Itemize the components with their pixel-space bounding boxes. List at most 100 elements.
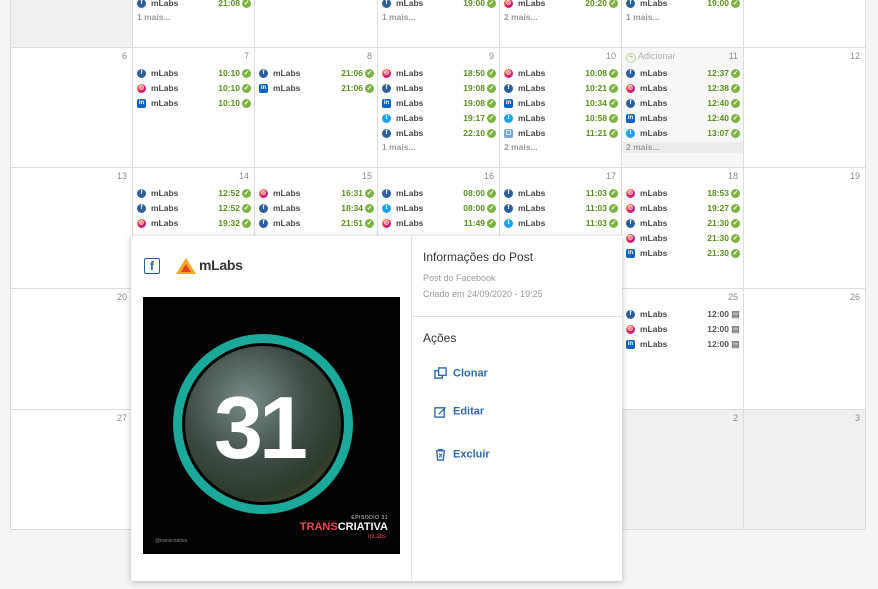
scheduled-post[interactable]: f mLabs 12:40 ✓ <box>626 98 741 110</box>
calendar-day-cell[interactable]: 9 ◎ mLabs 18:50 ✓ f mLabs 19:08 ✓ in mLabs 19:08 ✓ t m… <box>378 48 500 168</box>
more-posts-link[interactable]: 2 mais... <box>504 12 538 22</box>
scheduled-post[interactable]: ◎ mLabs 11:49 ✓ <box>382 218 497 230</box>
instagram-icon: ◎ <box>259 189 268 198</box>
calendar-day-cell[interactable]: 12 <box>744 48 866 168</box>
scheduled-post[interactable]: f mLabs 12:00 ▤ <box>626 309 741 321</box>
calendar-day-cell[interactable]: 7 f mLabs 10:10 ✓ ◎ mLabs 10:10 ✓ in mLabs 10:10 ✓ <box>133 48 255 168</box>
scheduled-post[interactable]: ◎ mLabs 20:20 ✓ <box>504 0 619 10</box>
instagram-icon: ◎ <box>504 0 513 8</box>
calendar-day-cell[interactable]: 11 + Adicionar f mLabs 12:37 ✓ ◎ mLabs 12:38 ✓ f mLa… <box>622 48 744 168</box>
more-posts-link[interactable]: 2 mais... <box>623 142 743 153</box>
scheduled-post[interactable]: t mLabs 10:58 ✓ <box>504 113 619 125</box>
scheduled-post[interactable]: f mLabs 12:52 ✓ <box>137 203 252 215</box>
scheduled-post[interactable]: f mLabs 21:06 ✓ <box>259 68 375 80</box>
post-image-title-b: CRIATIVA <box>337 521 388 533</box>
scheduled-post[interactable]: ◎ mLabs 12:38 ✓ <box>626 83 741 95</box>
more-posts-link[interactable]: 1 mais... <box>382 142 416 152</box>
calendar-day-cell[interactable]: 3 <box>744 410 866 530</box>
scheduled-post[interactable]: in mLabs 10:10 ✓ <box>137 98 252 110</box>
scheduled-post[interactable]: ◎ mLabs 19:27 ✓ <box>626 203 741 215</box>
post-account: mLabs <box>396 68 424 78</box>
calendar-day-cell[interactable]: f mLabs 19:00 ✓ 1 mais... <box>378 0 500 48</box>
scheduled-post[interactable]: in mLabs 19:08 ✓ <box>382 98 497 110</box>
post-time: 10:10 <box>218 68 240 78</box>
post-time: 19:08 <box>463 98 485 108</box>
edit-button[interactable]: Editar <box>434 405 484 421</box>
clone-button[interactable]: Clonar <box>434 367 488 383</box>
more-posts-link[interactable]: 2 mais... <box>504 142 538 152</box>
scheduled-post[interactable]: ◎ mLabs 12:00 ▤ <box>626 324 741 336</box>
day-number: 17 <box>605 171 616 181</box>
scheduled-post[interactable]: in mLabs 12:00 ▤ <box>626 339 741 351</box>
calendar-day-cell[interactable]: 18 ◎ mLabs 18:53 ✓ ◎ mLabs 19:27 ✓ f mLabs 21:30 ✓ ◎ m… <box>622 168 744 289</box>
calendar-day-cell[interactable]: 27 <box>11 410 133 530</box>
scheduled-post[interactable]: t mLabs 13:07 ✓ <box>626 128 741 140</box>
add-post-button[interactable]: + Adicionar <box>626 51 676 63</box>
calendar-day-cell[interactable] <box>11 0 133 48</box>
post-time: 21:30 <box>707 233 729 243</box>
more-posts-link[interactable]: 1 mais... <box>382 12 416 22</box>
calendar-day-cell[interactable]: 20 <box>11 289 133 410</box>
published-check-icon: ✓ <box>731 219 740 228</box>
scheduled-post[interactable]: ◎ mLabs 16:31 ✓ <box>259 188 375 200</box>
scheduled-post[interactable]: f mLabs 19:00 ✓ <box>626 0 741 10</box>
scheduled-post[interactable]: ◎ mLabs 10:10 ✓ <box>137 83 252 95</box>
post-account: mLabs <box>640 188 668 198</box>
published-check-icon: ✓ <box>731 69 740 78</box>
scheduled-post[interactable]: f mLabs 11:03 ✓ <box>504 203 619 215</box>
scheduled-post[interactable]: f mLabs 22:10 ✓ <box>382 128 497 140</box>
scheduled-post[interactable]: in mLabs 21:06 ✓ <box>259 83 375 95</box>
post-time: 12:40 <box>707 113 729 123</box>
scheduled-post[interactable]: in mLabs 10:34 ✓ <box>504 98 619 110</box>
scheduled-post[interactable]: t mLabs 19:17 ✓ <box>382 113 497 125</box>
scheduled-post[interactable]: f mLabs 21:51 ✓ <box>259 218 375 230</box>
scheduled-post[interactable]: t mLabs 11:03 ✓ <box>504 218 619 230</box>
calendar-day-cell[interactable]: 2 <box>622 410 744 530</box>
calendar-day-cell[interactable]: f mLabs 21:08 ✓ 1 mais... <box>133 0 255 48</box>
day-number: 25 <box>727 292 738 302</box>
calendar-day-cell[interactable]: ◎ mLabs 20:20 ✓ 2 mais... <box>500 0 622 48</box>
published-check-icon: ✓ <box>487 189 496 198</box>
post-image[interactable]: 31 EPISODIO 31 TRANSCRIATIVA mLabs @tran… <box>143 297 400 554</box>
calendar-day-cell[interactable]: 13 <box>11 168 133 289</box>
scheduled-post[interactable]: f mLabs 18:34 ✓ <box>259 203 375 215</box>
scheduled-post[interactable]: f mLabs 12:52 ✓ <box>137 188 252 200</box>
post-account: mLabs <box>396 83 424 93</box>
more-posts-link[interactable]: 1 mais... <box>137 12 171 22</box>
scheduled-post[interactable]: f mLabs 19:08 ✓ <box>382 83 497 95</box>
scheduled-post[interactable]: f mLabs 08:00 ✓ <box>382 188 497 200</box>
scheduled-post[interactable]: f mLabs 19:00 ✓ <box>382 0 497 10</box>
scheduled-post[interactable]: ◎ mLabs 19:32 ✓ <box>137 218 252 230</box>
scheduled-post[interactable]: f mLabs 11:03 ✓ <box>504 188 619 200</box>
published-check-icon: ✓ <box>731 99 740 108</box>
scheduled-post[interactable]: f mLabs 21:08 ✓ <box>137 0 252 10</box>
scheduled-post[interactable]: f mLabs 21:30 ✓ <box>626 218 741 230</box>
calendar-day-cell[interactable]: 26 <box>744 289 866 410</box>
scheduled-post[interactable]: in mLabs 21:30 ✓ <box>626 248 741 260</box>
calendar-day-cell[interactable]: f mLabs 19:00 ✓ 1 mais... <box>622 0 744 48</box>
calendar-day-cell[interactable]: 19 <box>744 168 866 289</box>
scheduled-post[interactable]: t mLabs 08:00 ✓ <box>382 203 497 215</box>
post-account: mLabs <box>640 113 668 123</box>
calendar-day-cell[interactable]: 25 f mLabs 12:00 ▤ ◎ mLabs 12:00 ▤ in mLabs 12:00 ▤ <box>622 289 744 410</box>
post-preview-panel: f mLabs 31 EPISODIO 31 TRANSCRIATIVA mLa… <box>131 236 412 581</box>
calendar-day-cell[interactable]: 8 f mLabs 21:06 ✓ in mLabs 21:06 ✓ <box>255 48 378 168</box>
scheduled-post[interactable]: f mLabs 12:37 ✓ <box>626 68 741 80</box>
scheduled-post[interactable]: in mLabs 12:40 ✓ <box>626 113 741 125</box>
post-image-handle: @transcriativa <box>155 538 188 544</box>
scheduled-post[interactable]: ◎ mLabs 21:30 ✓ <box>626 233 741 245</box>
scheduled-post[interactable]: ◎ mLabs 18:53 ✓ <box>626 188 741 200</box>
scheduled-post[interactable]: ◎ mLabs 18:50 ✓ <box>382 68 497 80</box>
scheduled-post[interactable]: f mLabs 10:21 ✓ <box>504 83 619 95</box>
calendar-day-cell[interactable]: 10 ◎ mLabs 10:08 ✓ f mLabs 10:21 ✓ in mLabs 10:34 ✓ t… <box>500 48 622 168</box>
post-time: 10:21 <box>585 83 607 93</box>
calendar-day-cell[interactable] <box>255 0 378 48</box>
delete-button[interactable]: Excluir <box>434 448 490 464</box>
calendar-day-cell[interactable] <box>744 0 866 48</box>
scheduled-post[interactable]: ▢ mLabs 11:21 ✓ <box>504 128 619 140</box>
post-account: mLabs <box>273 203 301 213</box>
more-posts-link[interactable]: 1 mais... <box>626 12 660 22</box>
calendar-day-cell[interactable]: 6 <box>11 48 133 168</box>
scheduled-post[interactable]: ◎ mLabs 10:08 ✓ <box>504 68 619 80</box>
scheduled-post[interactable]: f mLabs 10:10 ✓ <box>137 68 252 80</box>
